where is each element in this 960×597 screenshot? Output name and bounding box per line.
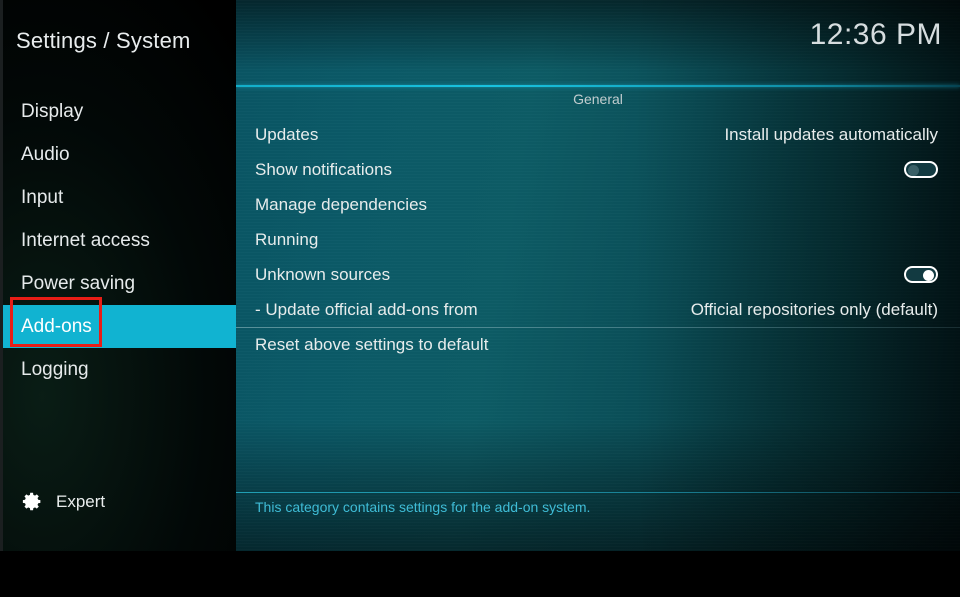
sidebar-item-label: Add-ons bbox=[21, 315, 92, 337]
setting-value: Install updates automatically bbox=[724, 124, 938, 144]
sidebar-item-display[interactable]: Display bbox=[0, 90, 236, 133]
setting-row[interactable]: Unknown sources bbox=[236, 257, 960, 292]
expert-level-button[interactable]: Expert bbox=[22, 491, 105, 512]
setting-row[interactable]: Running bbox=[236, 222, 960, 257]
toggle-knob bbox=[908, 164, 919, 176]
sidebar-item-logging[interactable]: Logging bbox=[0, 348, 236, 391]
setting-value: Official repositories only (default) bbox=[690, 299, 938, 319]
sidebar-menu: Display Audio Input Internet access Power sa… bbox=[0, 90, 236, 391]
settings-sidebar: Settings / System Display Audio Input Inter… bbox=[0, 0, 236, 551]
settings-list: Updates Install updates automatically Show… bbox=[236, 117, 960, 362]
sidebar-item-label: Internet access bbox=[21, 229, 150, 251]
letterbox-bottom bbox=[0, 551, 960, 597]
setting-label: Show notifications bbox=[255, 159, 393, 179]
toggle-switch[interactable] bbox=[904, 161, 938, 178]
setting-label: Running bbox=[255, 229, 319, 249]
clock: 12:36 PM bbox=[809, 18, 942, 51]
setting-label: Manage dependencies bbox=[255, 194, 428, 214]
sidebar-item-label: Display bbox=[21, 100, 84, 122]
settings-content-panel: 12:36 PM General Updates Install updates … bbox=[236, 0, 960, 551]
sidebar-item-input[interactable]: Input bbox=[0, 176, 236, 219]
setting-row[interactable]: Manage dependencies bbox=[236, 187, 960, 222]
setting-row[interactable]: - Update official add-ons from Official r… bbox=[236, 292, 960, 327]
sidebar-item-power-saving[interactable]: Power saving bbox=[0, 262, 236, 305]
sidebar-item-label: Power saving bbox=[21, 272, 136, 294]
sidebar-item-label: Audio bbox=[21, 143, 70, 165]
sidebar-item-audio[interactable]: Audio bbox=[0, 133, 236, 176]
setting-label: Updates bbox=[255, 124, 319, 144]
settings-group-title: General bbox=[573, 91, 623, 107]
sidebar-item-add-ons[interactable]: Add-ons bbox=[0, 305, 236, 348]
gear-icon bbox=[22, 491, 43, 512]
setting-row[interactable]: Updates Install updates automatically bbox=[236, 117, 960, 152]
toggle-knob bbox=[923, 269, 934, 281]
expert-label: Expert bbox=[56, 491, 106, 511]
window-left-border bbox=[0, 0, 3, 551]
page-title: Settings / System bbox=[16, 28, 191, 53]
footer-divider bbox=[236, 492, 960, 493]
setting-label: Reset above settings to default bbox=[255, 334, 489, 354]
sidebar-item-label: Input bbox=[21, 186, 64, 208]
sidebar-item-label: Logging bbox=[21, 358, 89, 380]
setting-label: - Update official add-ons from bbox=[255, 299, 478, 319]
setting-row[interactable]: Reset above settings to default bbox=[236, 327, 960, 362]
toggle-switch[interactable] bbox=[904, 266, 938, 283]
screen-root: 12:36 PM General Updates Install updates … bbox=[0, 0, 960, 597]
setting-row[interactable]: Show notifications bbox=[236, 152, 960, 187]
kodi-app-window: 12:36 PM General Updates Install updates … bbox=[0, 0, 960, 551]
sidebar-item-internet-access[interactable]: Internet access bbox=[0, 219, 236, 262]
category-description: This category contains settings for the … bbox=[255, 499, 591, 515]
setting-label: Unknown sources bbox=[255, 264, 391, 284]
header-divider bbox=[236, 85, 960, 87]
